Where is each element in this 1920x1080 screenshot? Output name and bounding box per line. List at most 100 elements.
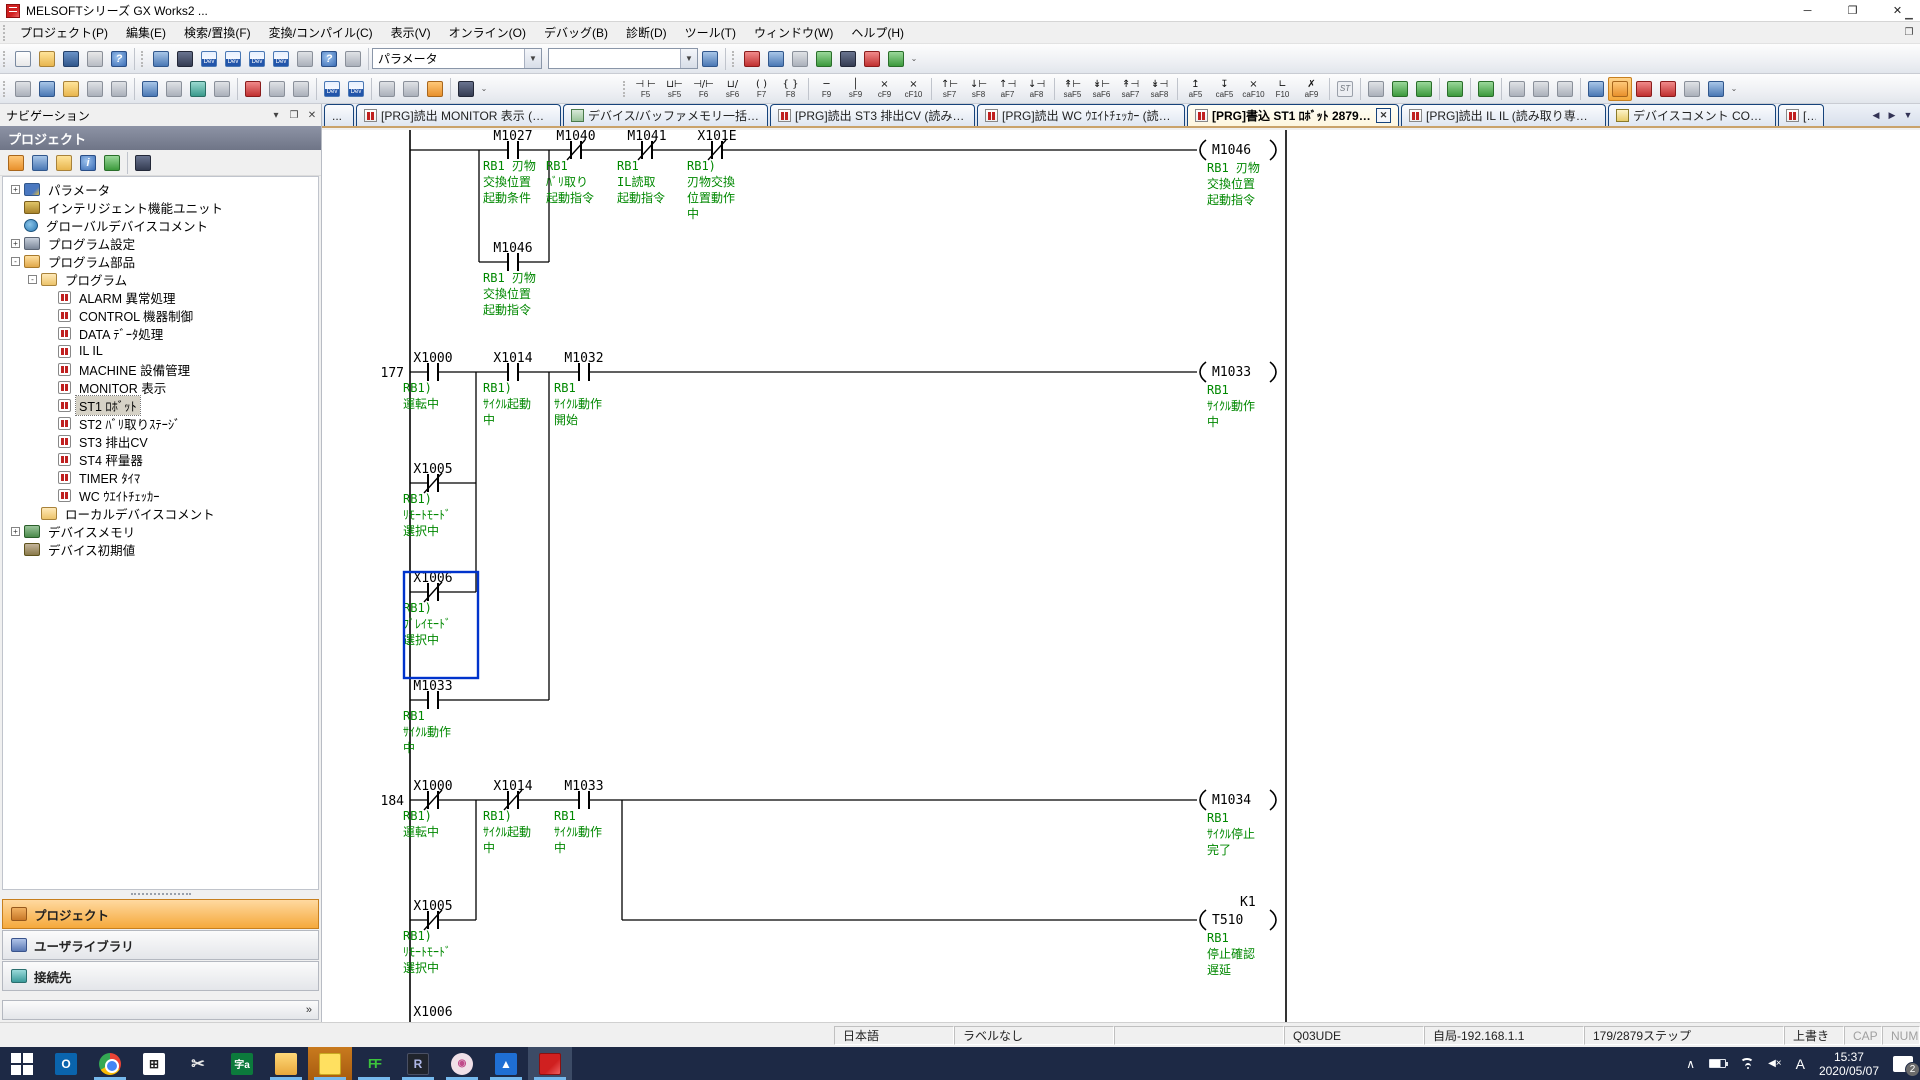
tab-scroll-left-button[interactable]: ◀ xyxy=(1868,110,1884,121)
menu-item-0[interactable]: プロジェクト(P) xyxy=(11,24,117,42)
menu-item-2[interactable]: 検索/置換(F) xyxy=(175,24,260,42)
chevron-right-icon[interactable]: » xyxy=(306,1004,312,1016)
coil-device-name[interactable]: M1034 xyxy=(1212,793,1251,808)
tree-item-st4-[interactable]: ST4 秤量器 xyxy=(3,450,318,468)
device-name[interactable]: X1005 xyxy=(413,462,452,477)
document-tab-1[interactable]: [PRG]読出 MONITOR 表示 (読み... xyxy=(356,104,561,126)
device-name[interactable]: X1000 xyxy=(413,779,452,794)
toolbar2-left-overflow-button[interactable]: ⌄ xyxy=(478,77,490,101)
tree-item-control-[interactable]: CONTROL 機器制御 xyxy=(3,306,318,324)
fkey-button-saF8[interactable]: ↡⊣saF8 xyxy=(1145,76,1174,102)
nav-float-button[interactable]: ❐ xyxy=(285,110,303,121)
fkey-button-aF8[interactable]: ↓⊣aF8 xyxy=(1022,76,1051,102)
start-button[interactable] xyxy=(0,1047,44,1080)
tab-list-button[interactable]: ▼ xyxy=(1900,110,1916,120)
device-batch-icon[interactable]: Dev xyxy=(269,47,293,71)
edit-contact-icon[interactable] xyxy=(1388,77,1412,101)
paste-icon[interactable] xyxy=(59,77,83,101)
help2-icon[interactable]: ? xyxy=(317,47,341,71)
fkey-button-caF10[interactable]: ×caF10 xyxy=(1239,76,1268,102)
device-read-icon[interactable]: Dev xyxy=(197,47,221,71)
device-name[interactable]: X1014 xyxy=(493,779,532,794)
document-tab-6[interactable]: [PRG]読出 IL IL (読み取り専用) 22... xyxy=(1401,104,1606,126)
ffftp-icon[interactable]: FF xyxy=(352,1047,396,1080)
document-tab-0[interactable]: ... xyxy=(324,104,354,126)
fkey-button-saF5[interactable]: ↟⊢saF5 xyxy=(1058,76,1087,102)
paint-icon[interactable]: ◉ xyxy=(440,1047,484,1080)
collapse-icon[interactable]: - xyxy=(28,275,37,284)
file-explorer-icon[interactable] xyxy=(264,1047,308,1080)
tree-item-st2-[interactable]: ST2 ﾊﾞﾘ取りｽﾃｰｼﾞ xyxy=(3,414,318,432)
fkey-button-F5[interactable]: ⊣ ⊢F5 xyxy=(631,76,660,102)
gx-works2-icon[interactable] xyxy=(528,1047,572,1080)
tree-item--[interactable]: インテリジェント機能ユニット xyxy=(3,198,318,216)
find-device-icon[interactable] xyxy=(698,47,722,71)
edit-eraser-icon[interactable] xyxy=(1364,77,1388,101)
menu-item-5[interactable]: オンライン(O) xyxy=(440,24,535,42)
calculator-icon[interactable]: ⊞ xyxy=(132,1047,176,1080)
tree-item-il-il[interactable]: IL IL xyxy=(3,342,318,360)
fkey-button-caF5[interactable]: ↧caF5 xyxy=(1210,76,1239,102)
tree-item-timer-[interactable]: TIMER ﾀｲﾏ xyxy=(3,468,318,486)
device-name[interactable]: X1000 xyxy=(413,351,452,366)
fkey-button-F10[interactable]: ∟F10 xyxy=(1268,76,1297,102)
ime-indicator[interactable]: A xyxy=(1789,1047,1812,1080)
doc-find2-icon[interactable] xyxy=(1553,77,1577,101)
r-app-icon[interactable]: R xyxy=(396,1047,440,1080)
tree-item-st1-[interactable]: ST1 ﾛﾎﾞｯﾄ xyxy=(3,396,318,414)
tree-item--[interactable]: -プログラム部品 xyxy=(3,252,318,270)
coil-device-name[interactable]: M1046 xyxy=(1212,143,1251,158)
menu-item-1[interactable]: 編集(E) xyxy=(117,24,175,42)
device-name[interactable]: X101E xyxy=(697,130,736,144)
jump-orange-icon[interactable] xyxy=(423,77,447,101)
line-insert-icon[interactable] xyxy=(1443,77,1467,101)
tree-item-monitor-[interactable]: MONITOR 表示 xyxy=(3,378,318,396)
pc-connection-icon[interactable] xyxy=(454,77,478,101)
menu-item-7[interactable]: 診断(D) xyxy=(617,24,676,42)
device-name[interactable]: X1014 xyxy=(493,351,532,366)
notification-icon[interactable]: 2 xyxy=(1886,1047,1920,1080)
chrome-icon[interactable] xyxy=(88,1047,132,1080)
ladder-red-icon[interactable] xyxy=(241,77,265,101)
device-dev2-icon[interactable]: Dev xyxy=(344,77,368,101)
comment-display-icon[interactable] xyxy=(186,77,210,101)
expand-icon[interactable]: + xyxy=(11,185,20,194)
combobox-arrow-icon[interactable]: ▼ xyxy=(524,49,541,68)
fkey-button-aF7[interactable]: ↑⊣aF7 xyxy=(993,76,1022,102)
watch-window-icon[interactable] xyxy=(812,47,836,71)
expand-icon[interactable]: + xyxy=(11,527,20,536)
device-name[interactable]: M1032 xyxy=(564,351,603,366)
device-name[interactable]: X1005 xyxy=(413,899,452,914)
pulse-monitor-icon[interactable] xyxy=(788,47,812,71)
menu-item-8[interactable]: ツール(T) xyxy=(676,24,745,42)
parameter-combobox[interactable]: パラメータ▼ xyxy=(372,48,542,69)
device-name[interactable]: M1027 xyxy=(493,130,532,144)
nav-new-icon[interactable] xyxy=(4,151,28,175)
grid-icon[interactable] xyxy=(341,47,365,71)
fkey-button-cF9[interactable]: ×cF9 xyxy=(870,76,899,102)
tree-item-machine-[interactable]: MACHINE 設備管理 xyxy=(3,360,318,378)
wifi-icon[interactable] xyxy=(1733,1047,1761,1080)
snapshot-icon[interactable] xyxy=(836,47,860,71)
snipping-tool-icon[interactable]: ✂ xyxy=(176,1047,220,1080)
fkey-button-aF9[interactable]: ✗aF9 xyxy=(1297,76,1326,102)
fkey-button-cF10[interactable]: ×cF10 xyxy=(899,76,928,102)
tree-item--[interactable]: +デバイスメモリ xyxy=(3,522,318,540)
nav-info-icon[interactable]: i xyxy=(76,151,100,175)
sticky-notes-icon[interactable] xyxy=(308,1047,352,1080)
tree-item-alarm-[interactable]: ALARM 異常処理 xyxy=(3,288,318,306)
tray-chevron-icon[interactable]: ∧ xyxy=(1679,1047,1702,1080)
statement-display-icon[interactable] xyxy=(210,77,234,101)
find-next-icon[interactable] xyxy=(289,77,313,101)
ladder-symbol-icon[interactable] xyxy=(138,77,162,101)
nav-refresh-icon[interactable] xyxy=(100,151,124,175)
fkey-button-F9[interactable]: ─F9 xyxy=(812,76,841,102)
redo-icon[interactable] xyxy=(107,77,131,101)
fkey-button-F8[interactable]: { }F8 xyxy=(776,76,805,102)
coil-device-name[interactable]: M1033 xyxy=(1212,365,1251,380)
st-edit-icon[interactable]: ST xyxy=(1333,77,1357,101)
nav-view-button-2[interactable]: 接続先 xyxy=(2,961,319,991)
clock[interactable]: 15:37 2020/05/07 xyxy=(1812,1047,1886,1080)
help-icon[interactable]: ? xyxy=(107,47,131,71)
copy-icon[interactable] xyxy=(35,77,59,101)
